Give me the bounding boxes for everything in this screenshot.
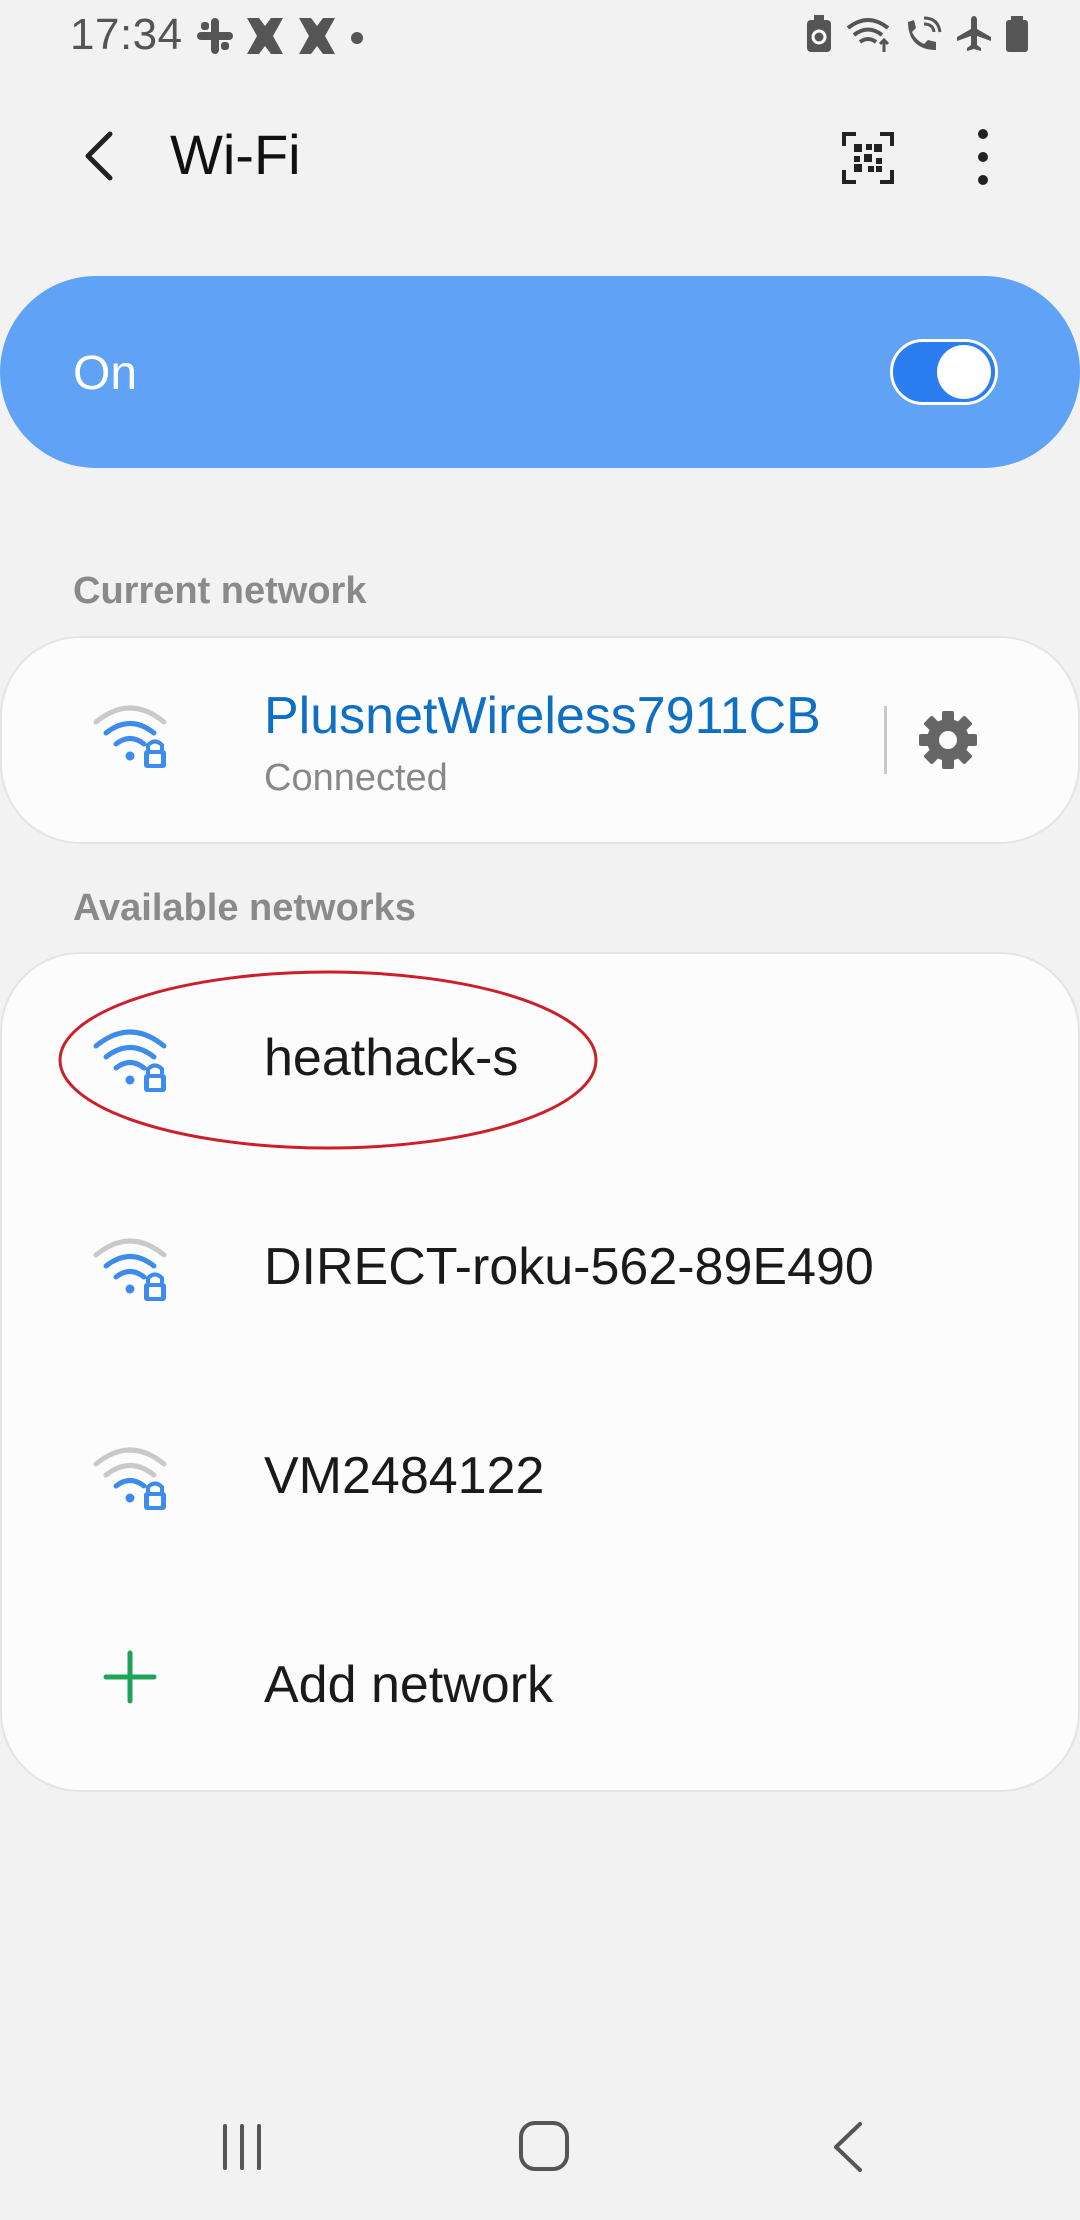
battery-icon	[1006, 16, 1028, 52]
wifi-icon	[846, 18, 890, 52]
add-network-label: Add network	[264, 1656, 554, 1714]
status-system-icons	[804, 14, 1030, 54]
wifi-toggle-label: On	[73, 347, 138, 400]
current-network-name: PlusnetWireless7911CB	[264, 687, 821, 745]
hashtag-notification-icon	[299, 18, 335, 54]
battery-saver-icon	[807, 15, 831, 52]
wifi-lock-icon	[93, 705, 167, 768]
back-icon[interactable]	[826, 2118, 870, 2176]
back-arrow-icon[interactable]	[72, 126, 132, 186]
network-row-vm2484122[interactable]: VM2484122	[0, 1374, 1080, 1582]
recents-icon[interactable]	[215, 2122, 269, 2172]
wifi-lock-icon	[93, 1447, 167, 1510]
available-networks-heading: Available networks	[73, 887, 416, 929]
current-network-status: Connected	[264, 757, 448, 799]
slack-icon	[197, 18, 233, 54]
plus-icon	[103, 1650, 157, 1704]
wifi-lock-icon	[93, 1238, 167, 1301]
wifi-toggle-switch[interactable]	[890, 339, 998, 405]
network-name: DIRECT-roku-562-89E490	[264, 1238, 874, 1296]
status-notification-icons	[195, 14, 367, 58]
gear-icon[interactable]	[916, 708, 980, 772]
network-row-direct-roku[interactable]: DIRECT-roku-562-89E490	[0, 1165, 1080, 1373]
airplane-icon	[957, 16, 991, 51]
status-time: 17:34	[70, 10, 183, 59]
highlight-annotation	[58, 970, 598, 1150]
qr-code-icon[interactable]	[842, 132, 894, 184]
divider	[884, 706, 887, 774]
wifi-calling-icon	[908, 16, 942, 50]
more-options-icon[interactable]	[960, 126, 1006, 188]
hashtag-notification-icon	[247, 18, 283, 54]
page-title: Wi-Fi	[170, 123, 301, 186]
switch-knob	[937, 345, 991, 399]
current-network-heading: Current network	[73, 570, 367, 612]
add-network-row[interactable]: Add network	[0, 1583, 1080, 1791]
home-icon[interactable]	[516, 2118, 572, 2174]
network-name: VM2484122	[264, 1447, 545, 1505]
dot-icon	[351, 32, 363, 44]
